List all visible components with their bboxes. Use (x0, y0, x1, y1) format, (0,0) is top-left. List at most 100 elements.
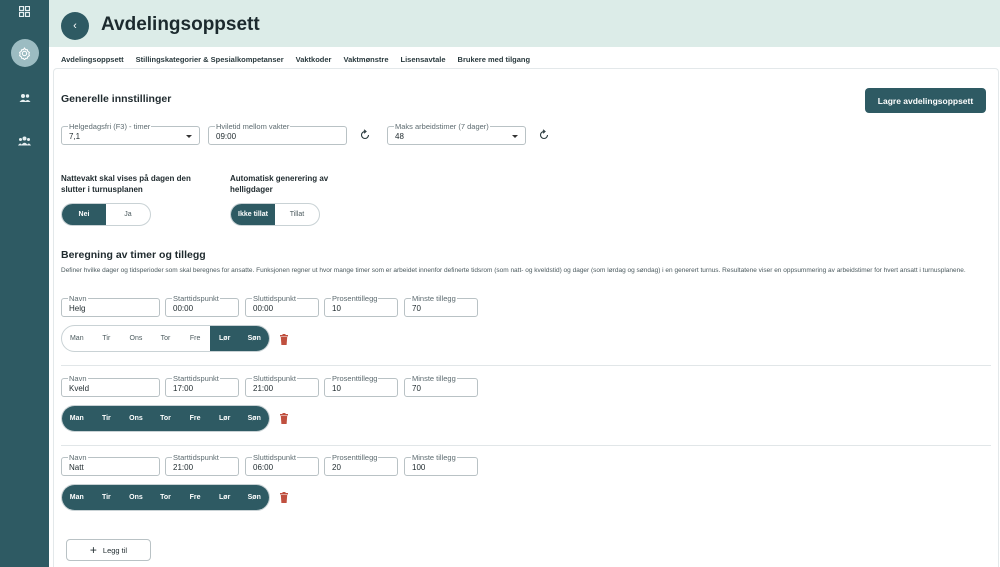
day-toggle-fre[interactable]: Fre (180, 326, 210, 351)
end-time-value: 06:00 (253, 463, 274, 472)
reset-icon[interactable] (359, 129, 371, 141)
percent-input[interactable]: Prosenttillegg 10 (324, 374, 398, 397)
name-label: Navn (68, 453, 88, 462)
users-icon[interactable] (0, 91, 49, 105)
end-time-label: Sluttidspunkt (252, 453, 297, 462)
day-toggle-søn[interactable]: Søn (239, 485, 269, 510)
holiday-hours-select[interactable]: Helgedagsfri (F3) - timer 7,1 (61, 122, 200, 145)
end-time-label: Sluttidspunkt (252, 294, 297, 303)
auto-holidays-option-ikke-tillat[interactable]: Ikke tillat (231, 204, 275, 225)
day-toggle-tor[interactable]: Tor (150, 406, 181, 431)
day-toggle-tor[interactable]: Tor (150, 485, 181, 510)
day-toggle-lør[interactable]: Lør (209, 485, 240, 510)
auto-holidays-option-tillat[interactable]: Tillat (275, 204, 319, 225)
day-toggle-søn[interactable]: Søn (239, 406, 269, 431)
calc-description: Definer hvilke dager og tidsperioder som… (61, 267, 966, 274)
calc-heading: Beregning av timer og tillegg (61, 249, 206, 261)
percent-input[interactable]: Prosenttillegg 20 (324, 453, 398, 476)
day-toggle-man[interactable]: Man (62, 326, 92, 351)
min-supplement-value: 70 (412, 384, 421, 393)
auto-holidays-label: Automatisk generering av helligdager (230, 174, 329, 194)
dashboard-icon[interactable] (0, 4, 49, 18)
start-time-input[interactable]: Starttidspunkt 21:00 (165, 453, 239, 476)
day-toggle-lør[interactable]: Lør (209, 326, 240, 351)
end-time-input[interactable]: Sluttidspunkt 06:00 (245, 453, 319, 476)
save-settings-button[interactable]: Lagre avdelingsoppsett (865, 88, 986, 113)
day-toggle-tir[interactable]: Tir (91, 406, 122, 431)
night-shift-option-ja[interactable]: Ja (106, 204, 150, 225)
start-time-label: Starttidspunkt (172, 294, 220, 303)
min-supplement-label: Minste tillegg (411, 453, 457, 462)
start-time-value: 21:00 (173, 463, 194, 472)
day-toggle-lør[interactable]: Lør (209, 406, 240, 431)
day-toggle-man[interactable]: Man (62, 406, 92, 431)
min-supplement-input[interactable]: Minste tillegg 70 (404, 294, 478, 317)
day-toggle-fre[interactable]: Fre (180, 406, 210, 431)
start-time-input[interactable]: Starttidspunkt 17:00 (165, 374, 239, 397)
day-toggle-søn[interactable]: Søn (239, 326, 269, 351)
start-time-label: Starttidspunkt (172, 374, 220, 383)
start-time-input[interactable]: Starttidspunkt 00:00 (165, 294, 239, 317)
page-title: Avdelingsoppsett (101, 14, 260, 35)
night-shift-option-nei[interactable]: Nei (62, 204, 106, 225)
night-shift-toggle: Nei Ja (61, 203, 151, 226)
day-toggle-tir[interactable]: Tir (92, 326, 122, 351)
min-supplement-input[interactable]: Minste tillegg 100 (404, 453, 478, 476)
day-selector: Man Tir Ons Tor Fre Lør Søn (61, 325, 270, 352)
end-time-label: Sluttidspunkt (252, 374, 297, 383)
day-toggle-ons[interactable]: Ons (121, 485, 151, 510)
min-supplement-label: Minste tillegg (411, 294, 457, 303)
name-input[interactable]: Navn Natt (61, 453, 160, 476)
trash-icon[interactable] (279, 413, 289, 424)
trash-icon[interactable] (279, 334, 289, 345)
rest-time-input[interactable]: Hviletid mellom vakter 09:00 (208, 122, 347, 145)
percent-label: Prosenttillegg (331, 294, 379, 303)
holiday-hours-value: 7,1 (69, 132, 81, 141)
percent-label: Prosenttillegg (331, 453, 379, 462)
row-divider (61, 365, 991, 366)
holiday-hours-label: Helgedagsfri (F3) - timer (68, 122, 152, 131)
name-input[interactable]: Navn Helg (61, 294, 160, 317)
end-time-value: 00:00 (253, 304, 274, 313)
name-value: Kveld (69, 384, 90, 393)
day-toggle-tir[interactable]: Tir (91, 485, 122, 510)
back-button[interactable]: ‹ (61, 12, 89, 40)
chevron-down-icon (186, 135, 192, 138)
night-shift-label: Nattevakt skal vises på dagen den slutte… (61, 174, 191, 194)
max-hours-value: 48 (395, 132, 404, 141)
name-value: Natt (69, 463, 84, 472)
day-selector: Man Tir Ons Tor Fre Lør Søn (61, 405, 270, 432)
chevron-down-icon (512, 135, 518, 138)
percent-value: 20 (332, 463, 341, 472)
min-supplement-value: 100 (412, 463, 426, 472)
chevron-left-icon: ‹ (73, 19, 77, 32)
rest-time-label: Hviletid mellom vakter (215, 122, 291, 131)
max-hours-label: Maks arbeidstimer (7 dager) (394, 122, 490, 131)
group-icon[interactable] (0, 134, 49, 148)
day-toggle-ons[interactable]: Ons (121, 326, 151, 351)
add-row-label: Legg til (102, 545, 128, 555)
day-toggle-ons[interactable]: Ons (121, 406, 151, 431)
start-time-value: 00:00 (173, 304, 194, 313)
percent-input[interactable]: Prosenttillegg 10 (324, 294, 398, 317)
reset-icon[interactable] (538, 129, 550, 141)
percent-value: 10 (332, 304, 341, 313)
max-hours-select[interactable]: Maks arbeidstimer (7 dager) 48 (387, 122, 526, 145)
day-toggle-man[interactable]: Man (62, 485, 92, 510)
plus-icon: + (89, 543, 97, 557)
end-time-input[interactable]: Sluttidspunkt 00:00 (245, 294, 319, 317)
trash-icon[interactable] (279, 492, 289, 503)
min-supplement-label: Minste tillegg (411, 374, 457, 383)
day-toggle-fre[interactable]: Fre (180, 485, 210, 510)
start-time-label: Starttidspunkt (172, 453, 220, 462)
name-value: Helg (69, 304, 86, 313)
gear-icon[interactable] (0, 39, 49, 67)
row-divider (61, 445, 991, 446)
end-time-input[interactable]: Sluttidspunkt 21:00 (245, 374, 319, 397)
percent-label: Prosenttillegg (331, 374, 379, 383)
name-label: Navn (68, 294, 88, 303)
name-input[interactable]: Navn Kveld (61, 374, 160, 397)
day-toggle-tor[interactable]: Tor (151, 326, 181, 351)
add-row-button[interactable]: + Legg til (66, 539, 151, 561)
min-supplement-input[interactable]: Minste tillegg 70 (404, 374, 478, 397)
